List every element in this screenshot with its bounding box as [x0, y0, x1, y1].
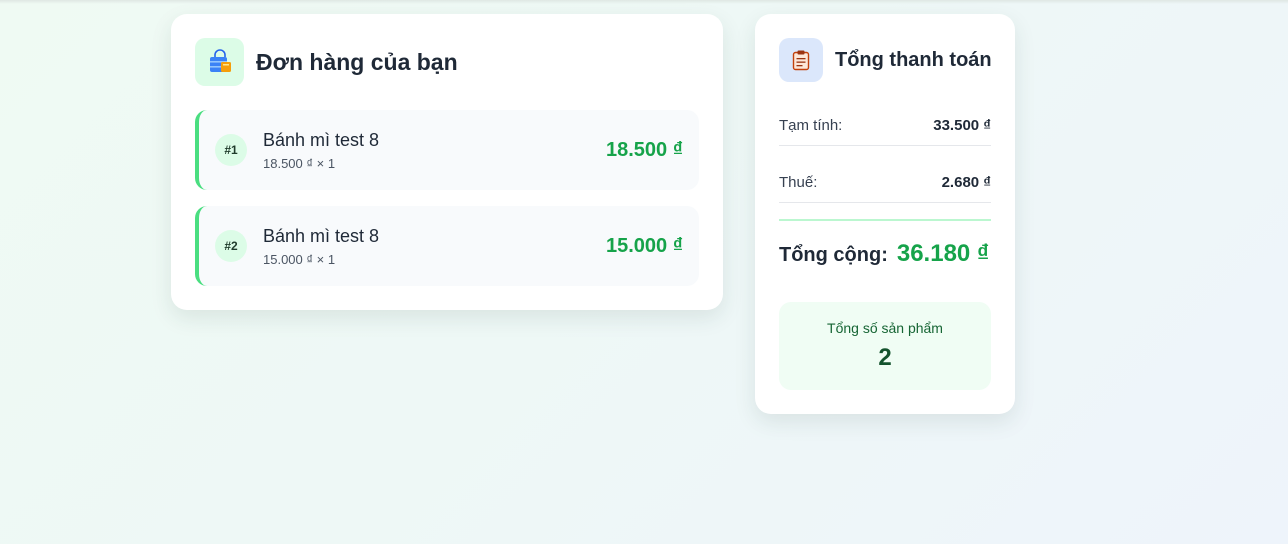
order-item: #1 Bánh mì test 8 18.500 ₫ × 1 18.500 ₫ — [195, 110, 699, 190]
orders-card: Đơn hàng của bạn #1 Bánh mì test 8 18.50… — [171, 14, 723, 310]
order-item-price: 15.000 ₫ — [606, 235, 683, 257]
tax-value: 2.680 ₫ — [941, 174, 991, 191]
product-count-label: Tổng số sản phẩm — [827, 320, 943, 336]
total-label: Tổng cộng: — [779, 244, 888, 266]
summary-header: Tổng thanh toán — [779, 38, 992, 82]
shopping-bag-icon — [195, 38, 244, 86]
tax-label: Thuế: — [779, 174, 818, 191]
order-item-price: 18.500 ₫ — [606, 139, 683, 161]
orders-header: Đơn hàng của bạn — [195, 38, 458, 86]
top-shadow — [0, 0, 1288, 4]
order-item-detail: 18.500 ₫ × 1 — [263, 156, 336, 171]
order-item-name: Bánh mì test 8 — [263, 130, 380, 150]
clipboard-icon — [779, 38, 823, 82]
total-row: Tổng cộng: 36.180 ₫ — [779, 240, 991, 268]
order-item-detail: 15.000 ₫ × 1 — [263, 252, 336, 267]
subtotal-row: Tạm tính: 33.500 ₫ — [779, 106, 991, 146]
order-item: #2 Bánh mì test 8 15.000 ₫ × 1 15.000 ₫ — [195, 206, 699, 286]
total-value: 36.180 ₫ — [896, 240, 990, 267]
subtotal-value: 33.500 ₫ — [933, 117, 991, 134]
subtotal-label: Tạm tính: — [779, 117, 843, 134]
product-count-value: 2 — [878, 344, 892, 371]
order-item-name: Bánh mì test 8 — [263, 226, 380, 246]
tax-row: Thuế: 2.680 ₫ — [779, 163, 991, 203]
order-index-badge: #1 — [215, 134, 247, 166]
summary-title: Tổng thanh toán — [835, 48, 992, 71]
product-count-box: Tổng số sản phẩm 2 — [779, 302, 991, 390]
orders-title: Đơn hàng của bạn — [256, 48, 458, 75]
summary-card: Tổng thanh toán Tạm tính: 33.500 ₫ Thuế:… — [755, 14, 1015, 414]
order-index-badge: #2 — [215, 230, 247, 262]
total-divider — [779, 219, 991, 221]
